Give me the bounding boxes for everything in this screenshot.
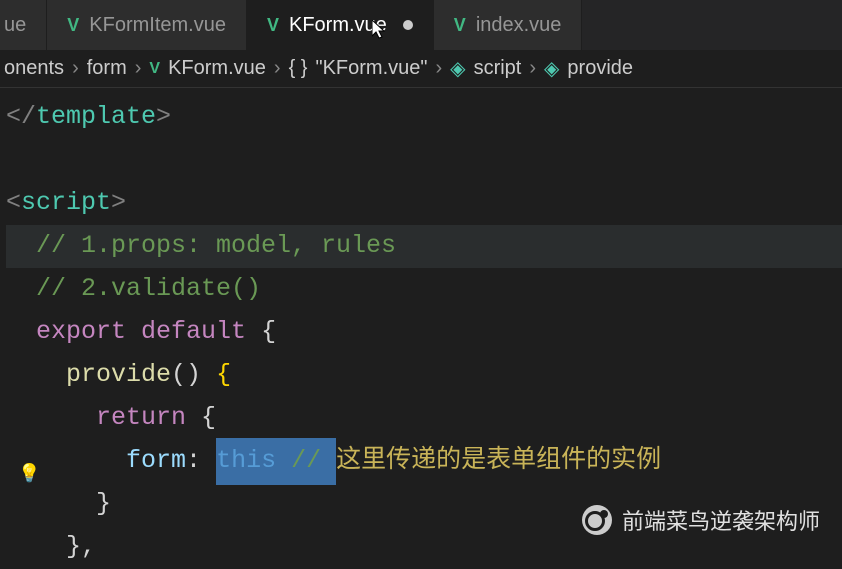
wechat-icon — [582, 505, 612, 535]
tab-label: KForm.vue — [289, 14, 387, 37]
code-line: // 1.props: model, rules — [6, 225, 842, 268]
code-line: form: this // 这里传递的是表单组件的实例 — [6, 440, 842, 483]
watermark-text: 前端菜鸟逆袭架构师 — [622, 504, 820, 536]
chevron-right-icon: › — [529, 57, 536, 80]
chevron-right-icon: › — [72, 57, 79, 80]
code-line: </template> — [6, 96, 842, 139]
chevron-right-icon: › — [135, 57, 142, 80]
code-line: export default { — [6, 311, 842, 354]
code-line: // 2.validate() — [6, 268, 842, 311]
code-editor[interactable]: </template> <script> // 1.props: model, … — [0, 88, 842, 569]
code-line: return { — [6, 397, 842, 440]
vue-icon: V — [267, 15, 279, 36]
vue-icon: V — [149, 60, 160, 78]
breadcrumb: onents › form › V KForm.vue › { } "KForm… — [0, 50, 842, 88]
tab-label: index.vue — [476, 14, 562, 37]
vue-icon: V — [67, 15, 79, 36]
breadcrumb-seg[interactable]: form — [87, 57, 127, 80]
breadcrumb-seg[interactable]: KForm.vue — [168, 57, 266, 80]
code-line: provide() { — [6, 354, 842, 397]
tab-kform[interactable]: V KForm.vue — [247, 0, 434, 50]
chevron-right-icon: › — [436, 57, 443, 80]
code-line: <script> — [6, 182, 842, 225]
watermark: 前端菜鸟逆袭架构师 — [582, 504, 820, 536]
text-selection: this // — [216, 438, 336, 485]
breadcrumb-seg[interactable]: onents — [4, 57, 64, 80]
tab-bar: ue V KFormItem.vue V KForm.vue V index.v… — [0, 0, 842, 50]
braces-icon: { } — [289, 57, 308, 80]
dirty-indicator-icon — [403, 20, 413, 30]
lightbulb-icon[interactable]: 💡 — [18, 460, 40, 491]
vue-icon: V — [454, 15, 466, 36]
chevron-right-icon: › — [274, 57, 281, 80]
tab-kformitem[interactable]: V KFormItem.vue — [47, 0, 247, 50]
tab-index[interactable]: V index.vue — [434, 0, 583, 50]
breadcrumb-seg[interactable]: script — [474, 57, 522, 80]
cube-icon: ◈ — [450, 56, 465, 81]
tab-label: ue — [4, 14, 26, 37]
cube-icon: ◈ — [544, 56, 559, 81]
tab-label: KFormItem.vue — [89, 14, 226, 37]
code-line — [6, 139, 842, 182]
breadcrumb-seg[interactable]: "KForm.vue" — [315, 57, 427, 80]
breadcrumb-seg[interactable]: provide — [567, 57, 633, 80]
tab-partial[interactable]: ue — [0, 0, 47, 50]
